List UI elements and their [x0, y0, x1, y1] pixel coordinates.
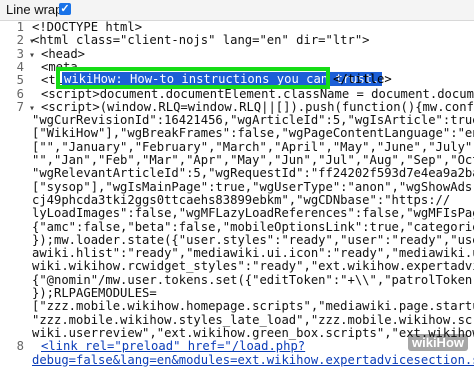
source-line: {"@nomin"/mw.user.tokens.set({"editToken…: [0, 274, 474, 288]
source-line: ["","January","February","March","April"…: [0, 141, 474, 155]
source-line: ["sysop"],"wgIsMainPage":true,"wgUserTyp…: [0, 181, 474, 195]
source-line-text: awiki.hlist":"ready","mediawiki.ui.icon"…: [32, 247, 474, 261]
source-line: 2 ▾ <html class="client-nojs" lang="en" di…: [0, 34, 474, 48]
source-line: 3 ▾ <head>: [0, 48, 474, 62]
source-line-text: });RLPAGEMODULES=: [32, 287, 157, 300]
source-line-text: <!DOCTYPE html>: [32, 21, 143, 34]
line-wrap-checkbox[interactable]: ✓: [59, 3, 71, 15]
source-line: 7 ▾ <script>(window.RLQ=window.RLQ||[]).pu…: [0, 101, 474, 115]
source-line-text: lyLoadImages":false,"wgMFLazyLoadReferen…: [32, 207, 474, 221]
source-line: 1 <!DOCTYPE html>: [0, 21, 474, 35]
source-line-text: "wgRelevantArticleId":5,"wgRequestId":"f…: [32, 167, 474, 181]
source-line-text: <html class="client-nojs" lang="en" dir=…: [32, 34, 370, 48]
source-line-text: ["sysop"],"wgIsMainPage":true,"wgUserTyp…: [32, 180, 474, 194]
source-line: lyLoadImages":false,"wgMFLazyLoadReferen…: [0, 207, 474, 221]
line-number: 2: [16, 34, 24, 48]
source-line: cj49phcda3tki2ggs0ttcaehs83899ebkm","wgC…: [0, 194, 474, 208]
source-line: "","Jan","Feb","Mar","Apr","May","Jun","…: [0, 154, 474, 168]
source-line: ["zzz.mobile.wikihow.homepage.scripts","…: [0, 300, 474, 314]
source-line: wiki.userreview","ext.wikihow.green_box.…: [0, 327, 474, 341]
line-wrap-label: Line wrap: [6, 2, 63, 17]
source-line: });mw.loader.state({"user.styles":"ready…: [0, 234, 474, 248]
title-highlight-box: [56, 67, 330, 89]
source-line-text: cj49phcda3tki2ggs0ttcaehs83899ebkm","wgC…: [32, 193, 451, 207]
source-line: wiki.wikihow.rcwidget_styles":"ready","e…: [0, 260, 474, 274]
source-toolbar: Line wrap ✓: [0, 0, 474, 21]
source-line-text: "","Jan","Feb","Mar","Apr","May","Jun","…: [32, 154, 474, 167]
source-line: awiki.hlist":"ready","mediawiki.ui.icon"…: [0, 247, 474, 261]
line-number: 4: [16, 60, 24, 74]
line-number: 8: [16, 340, 24, 354]
source-line: 6 <script>document.documentElement.classN…: [0, 88, 474, 102]
collapse-arrow-icon[interactable]: ▾: [29, 49, 35, 62]
source-line: });RLPAGEMODULES=: [0, 287, 474, 301]
source-line: "wgRelevantArticleId":5,"wgRequestId":"f…: [0, 167, 474, 181]
line-number: 6: [16, 87, 24, 101]
line-number: 5: [16, 74, 24, 88]
source-line-text: <head>: [41, 47, 86, 61]
source-line-text: "zzz.mobile.wikihow.styles_late_load","z…: [32, 313, 474, 327]
source-line-text: ["WikiHow"],"wgBreakFrames":false,"wgPag…: [32, 127, 474, 141]
wikihow-watermark: wikiHow: [407, 334, 468, 351]
source-line: ["WikiHow"],"wgBreakFrames":false,"wgPag…: [0, 127, 474, 141]
source-line: {"amc":false,"beta":false,"mobileOptions…: [0, 221, 474, 235]
source-line: 8 <link rel="preload" href="/load.php?: [0, 340, 474, 354]
source-line-text: {"@nomin"/mw.user.tokens.set({"editToken…: [32, 273, 474, 287]
source-line: debug=false&lang=en&modules=ext.wikihow.…: [0, 354, 474, 368]
source-line-text: ["zzz.mobile.wikihow.homepage.scripts","…: [32, 300, 474, 314]
source-line-text: debug=false&lang=en&modules=ext.wikihow.…: [32, 353, 474, 367]
collapse-arrow-icon[interactable]: ▾: [29, 102, 35, 115]
line-number: 3: [16, 47, 24, 61]
source-line-text: });mw.loader.state({"user.styles":"ready…: [32, 233, 474, 247]
line-number: 1: [16, 21, 24, 34]
source-line-text: {"amc":false,"beta":false,"mobileOptions…: [32, 220, 474, 234]
source-line-text: <link rel="preload" href="/load.php?: [41, 340, 306, 354]
source-line: "wgCurRevisionId":16421456,"wgArticleId"…: [0, 114, 474, 128]
source-line-text: ["","January","February","March","April"…: [32, 140, 474, 154]
title-close-tag: </title>: [333, 72, 392, 86]
source-line-text: <script>(window.RLQ=window.RLQ||[]).push…: [41, 100, 474, 114]
line-number: 7: [16, 100, 24, 114]
source-line-text: wiki.wikihow.rcwidget_styles":"ready","e…: [32, 260, 474, 274]
source-line: "zzz.mobile.wikihow.styles_late_load","z…: [0, 314, 474, 328]
source-line-text: "wgCurRevisionId":16421456,"wgArticleId"…: [32, 114, 474, 128]
source-line-text: <script>document.documentElement.classNa…: [41, 87, 474, 101]
